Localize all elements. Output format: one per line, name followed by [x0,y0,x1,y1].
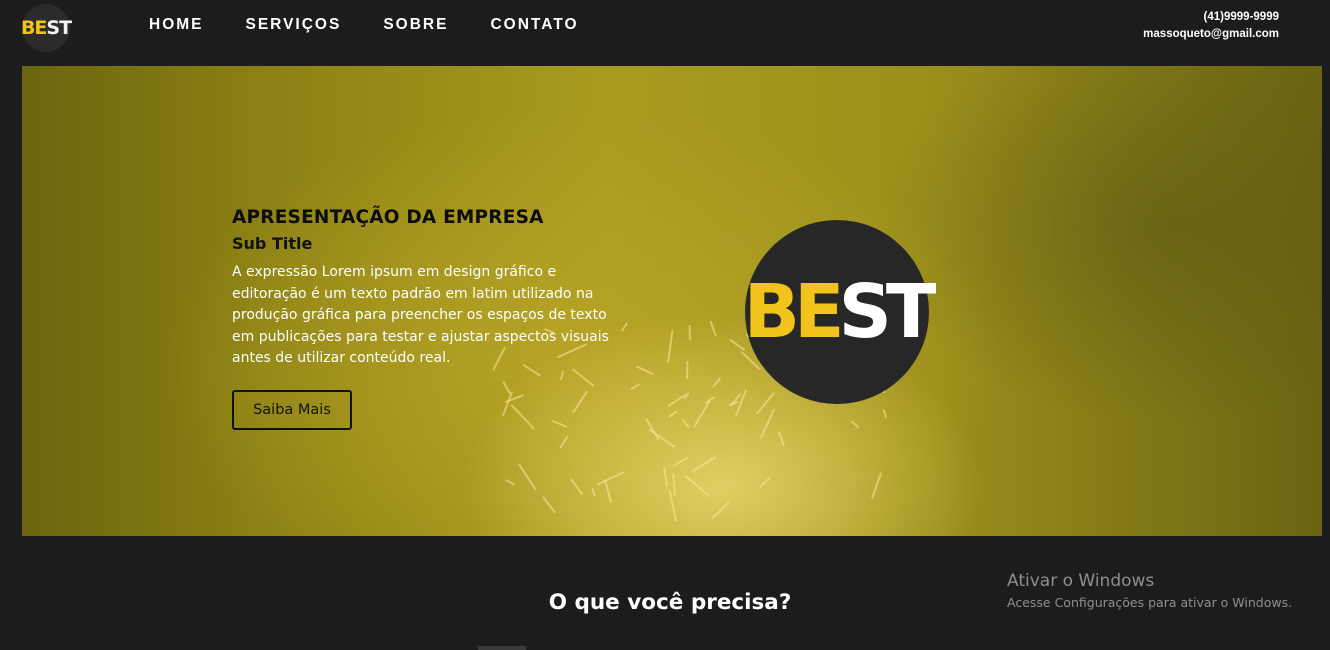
nav-sobre[interactable]: SOBRE [383,16,448,34]
hero-logo-st: ST [838,269,937,355]
main-nav: HOME SERVIÇOS SOBRE CONTATO [149,16,621,34]
spark-streak [759,476,771,488]
spark-streak [671,473,676,497]
logo-be: BE [20,17,47,39]
site-header: BE ST HOME SERVIÇOS SOBRE CONTATO (41)999… [0,0,1330,56]
spark-streak [595,471,625,485]
spark-streak [559,436,569,449]
spark-streak [711,377,721,388]
spark-streak [685,361,688,380]
spark-streak [571,368,595,387]
spark-streak [505,479,516,486]
hero-description: A expressão Lorem ipsum em design gráfic… [232,264,609,366]
hero-title: APRESENTAÇÃO DA EMPRESA [232,207,544,228]
spark-streak [666,393,687,407]
spark-streak [560,370,564,380]
nav-contato[interactable]: CONTATO [490,16,578,34]
hero-logo-be: BE [743,269,845,355]
spark-streak [711,501,730,520]
saiba-mais-button[interactable]: Saiba Mais [232,390,352,430]
spark-streak [693,399,711,428]
spark-streak [671,456,688,467]
spark-streak [630,383,640,390]
spark-streak [685,475,709,497]
logo-st: ST [46,17,72,39]
watermark-desc: Acesse Configurações para ativar o Windo… [1007,595,1293,610]
spark-streak [871,472,882,499]
spark-streak [591,488,596,497]
spark-streak [778,431,785,447]
spark-streak [572,390,588,414]
spark-streak [635,366,654,375]
spark-streak [502,381,511,395]
spark-streak [663,467,668,487]
contact-info: (41)9999-9999 massoqueto@gmail.com [1143,9,1279,43]
spark-streak [604,479,612,504]
spark-streak [728,401,739,407]
spark-streak [691,455,717,472]
spark-streak [882,408,887,418]
watermark-title: Ativar o Windows [1007,571,1155,591]
spark-streak [666,329,673,363]
spark-streak [517,463,536,491]
spark-streak [510,404,535,430]
spark-streak [570,478,584,496]
nav-home[interactable]: HOME [149,16,204,34]
spark-streak [648,428,675,448]
contact-email: massoqueto@gmail.com [1143,28,1279,40]
spark-streak [551,420,568,428]
windows-activation-watermark: Ativar o Windows Acesse Configurações pa… [1007,571,1292,610]
spark-streak [689,325,691,341]
scroll-indicator [478,646,526,650]
contact-phone: (41)9999-9999 [1203,11,1279,23]
spark-streak [850,421,859,430]
spark-streak [709,321,717,337]
hero-subtitle: Sub Title [232,234,313,253]
spark-streak [541,496,555,514]
spark-streak [668,410,678,418]
hero-text-block: APRESENTAÇÃO DA EMPRESA Sub Title A expr… [232,207,622,370]
nav-servicos[interactable]: SERVIÇOS [246,16,342,34]
brand-logo[interactable]: BE ST [20,4,72,52]
spark-streak [681,418,690,429]
hero-banner: APRESENTAÇÃO DA EMPRESA Sub Title A expr… [22,66,1322,536]
hero-logo: BE ST [743,220,937,404]
spark-streak [760,408,775,438]
